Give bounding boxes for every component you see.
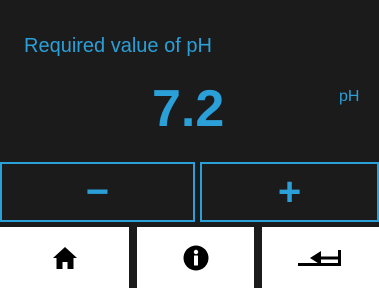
return-arrow-icon (297, 249, 341, 266)
bottom-nav (0, 227, 379, 288)
increment-button[interactable]: + (200, 162, 379, 222)
home-icon (52, 246, 77, 269)
info-icon (183, 245, 208, 270)
page-title: Required value of pH (24, 35, 212, 57)
plus-label: + (277, 170, 302, 214)
minus-label: − (85, 170, 110, 214)
decrement-button[interactable]: − (0, 162, 195, 222)
unit-label: pH (339, 88, 360, 105)
home-button[interactable] (0, 227, 129, 288)
setpoint-value: 7.2 (152, 80, 225, 138)
back-button[interactable] (262, 227, 379, 288)
setpoint-screen: Required value of pH 7.2 pH − + (0, 0, 379, 288)
info-button[interactable] (137, 227, 254, 288)
